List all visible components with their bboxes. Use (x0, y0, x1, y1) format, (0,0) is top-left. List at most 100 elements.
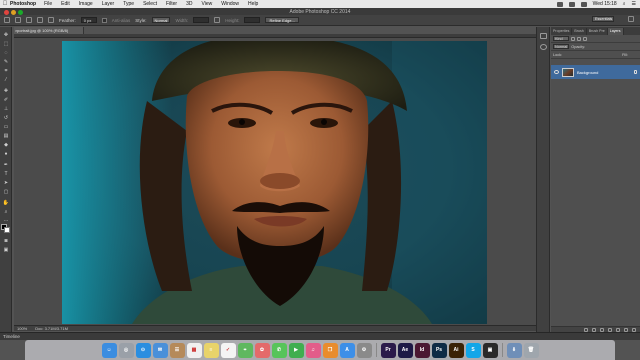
add-selection-icon[interactable] (26, 17, 32, 23)
dock-app-trash[interactable]: 🗑 (523, 342, 539, 358)
dock-app-terminal[interactable]: ▣ (482, 342, 498, 358)
spot-healing-tool-icon[interactable]: ✚ (2, 87, 10, 94)
filter-adjustment-icon[interactable] (577, 36, 581, 41)
rectangle-tool-icon[interactable]: ▢ (2, 188, 10, 195)
lasso-tool-icon[interactable]: ◌ (2, 49, 10, 56)
spotlight-icon[interactable]: ⌕ (623, 1, 626, 7)
intersect-selection-icon[interactable] (48, 17, 54, 23)
notification-center-icon[interactable]: ☰ (632, 1, 636, 7)
dock-app-facetime[interactable]: ▶ (288, 342, 304, 358)
volume-icon[interactable] (568, 1, 575, 7)
new-group-icon[interactable] (616, 327, 620, 332)
width-input[interactable] (193, 17, 210, 23)
history-brush-tool-icon[interactable]: ↺ (2, 114, 10, 121)
dock-app-launchpad[interactable]: ◎ (118, 342, 134, 358)
zoom-tool-icon[interactable]: ⌕ (2, 208, 10, 215)
path-selection-tool-icon[interactable]: ➤ (2, 179, 10, 186)
clone-stamp-tool-icon[interactable]: ⊥ (2, 105, 10, 112)
dock-app-system-preferences[interactable]: ⚙ (356, 342, 372, 358)
dock-app-premiere[interactable]: Pr (380, 342, 396, 358)
dock-app-maps[interactable]: ⌖ (237, 342, 253, 358)
blur-tool-icon[interactable]: ◆ (2, 141, 10, 148)
zoom-level[interactable]: 100% (17, 326, 27, 331)
dock-app-ibooks[interactable]: ❐ (322, 342, 338, 358)
style-select[interactable]: Normal (151, 17, 171, 23)
type-tool-icon[interactable]: T (2, 170, 10, 177)
eraser-tool-icon[interactable]: ▭ (2, 123, 10, 130)
dock-app-calendar[interactable]: ▦ (186, 342, 202, 358)
tab-layers[interactable]: Layers (607, 28, 624, 35)
height-input[interactable] (244, 17, 261, 23)
layer-kind-select[interactable]: Kind (553, 36, 569, 41)
antialias-checkbox[interactable] (101, 17, 107, 23)
menu-type[interactable]: Type (123, 1, 134, 7)
clock[interactable]: Wed 15:18 (593, 1, 617, 7)
dock-app-photoshop[interactable]: Ps (431, 342, 447, 358)
dock-app-mail[interactable]: ✉ (152, 342, 168, 358)
visibility-eye-icon[interactable] (554, 70, 559, 74)
refine-edge-button[interactable]: Refine Edge... (265, 17, 299, 23)
close-document-icon[interactable]: × (15, 27, 17, 34)
swap-dimensions-icon[interactable] (214, 17, 221, 23)
dock-app-safari[interactable]: ⊙ (135, 342, 151, 358)
dodge-tool-icon[interactable]: ● (2, 150, 10, 157)
dock-app-after-effects[interactable]: Ae (397, 342, 413, 358)
apple-icon[interactable]:  (0, 1, 10, 7)
layer-row[interactable]: Background (551, 65, 640, 79)
gradient-tool-icon[interactable]: ▤ (2, 132, 10, 139)
battery-icon[interactable] (580, 1, 587, 7)
crop-tool-icon[interactable]: ⌗ (2, 67, 10, 74)
dock-app-illustrator[interactable]: Ai (448, 342, 464, 358)
dock-app-app-store[interactable]: A (339, 342, 355, 358)
subtract-selection-icon[interactable] (37, 17, 43, 23)
layer-style-icon[interactable] (592, 327, 596, 332)
dock-app-notes[interactable]: ≡ (203, 342, 219, 358)
blend-mode-select[interactable]: Normal (553, 44, 570, 49)
hand-tool-icon[interactable]: ✋ (2, 199, 10, 206)
screen-mode-icon[interactable]: ▣ (2, 246, 10, 253)
dock-app-indesign[interactable]: Id (414, 342, 430, 358)
menu-edit[interactable]: Edit (61, 1, 70, 7)
color-panel-icon[interactable] (540, 44, 547, 50)
menu-help[interactable]: Help (248, 1, 258, 7)
dock-app-downloads[interactable]: ⬇ (506, 342, 522, 358)
tab-brush[interactable]: Brush (572, 28, 587, 35)
new-selection-icon[interactable] (15, 17, 21, 23)
feather-input[interactable]: 0 px (80, 17, 97, 23)
dock-app-skype[interactable]: S (465, 342, 481, 358)
background-color-swatch[interactable] (4, 227, 10, 233)
layer-name[interactable]: Background (577, 70, 598, 75)
dock-app-reminders[interactable]: ✓ (220, 342, 236, 358)
pen-tool-icon[interactable]: ✒ (2, 161, 10, 168)
quick-mask-icon[interactable]: ◙ (2, 237, 10, 244)
marquee-tool-icon[interactable]: ⬚ (2, 40, 10, 47)
tab-brush-presets[interactable]: Brush Pre (587, 28, 608, 35)
add-mask-icon[interactable] (600, 327, 604, 332)
link-layers-icon[interactable] (584, 327, 588, 332)
tab-properties[interactable]: Properties (551, 28, 573, 35)
menu-app-name[interactable]: Photoshop (10, 1, 36, 7)
delete-layer-icon[interactable] (632, 327, 636, 332)
new-adjustment-icon[interactable] (608, 327, 612, 332)
document-tab[interactable]: portrait.jpg @ 100% (RGB/8) × (14, 27, 84, 34)
menu-3d[interactable]: 3D (186, 1, 192, 7)
more-tools-icon[interactable]: … (2, 216, 10, 223)
document-info[interactable]: Doc: 3.71M/3.71M (35, 326, 68, 331)
menu-image[interactable]: Image (79, 1, 93, 7)
dock-app-finder[interactable]: ☺ (101, 342, 117, 358)
brush-tool-icon[interactable]: ✐ (2, 96, 10, 103)
eyedropper-tool-icon[interactable]: ⁄ (2, 76, 10, 83)
dock-app-itunes[interactable]: ♫ (305, 342, 321, 358)
new-layer-icon[interactable] (624, 327, 628, 332)
filter-type-icon[interactable] (583, 36, 587, 41)
move-tool-icon[interactable]: ✥ (2, 31, 10, 38)
menu-window[interactable]: Window (221, 1, 239, 7)
quick-selection-tool-icon[interactable]: ✎ (2, 58, 10, 65)
menu-file[interactable]: File (44, 1, 52, 7)
dock-app-photos[interactable]: ✿ (254, 342, 270, 358)
menu-filter[interactable]: Filter (166, 1, 177, 7)
dock-app-messages[interactable]: ✆ (271, 342, 287, 358)
timeline-panel-tab[interactable]: Timeline (0, 332, 640, 340)
filter-pixel-icon[interactable] (571, 36, 575, 41)
dock-app-contacts[interactable]: ☰ (169, 342, 185, 358)
